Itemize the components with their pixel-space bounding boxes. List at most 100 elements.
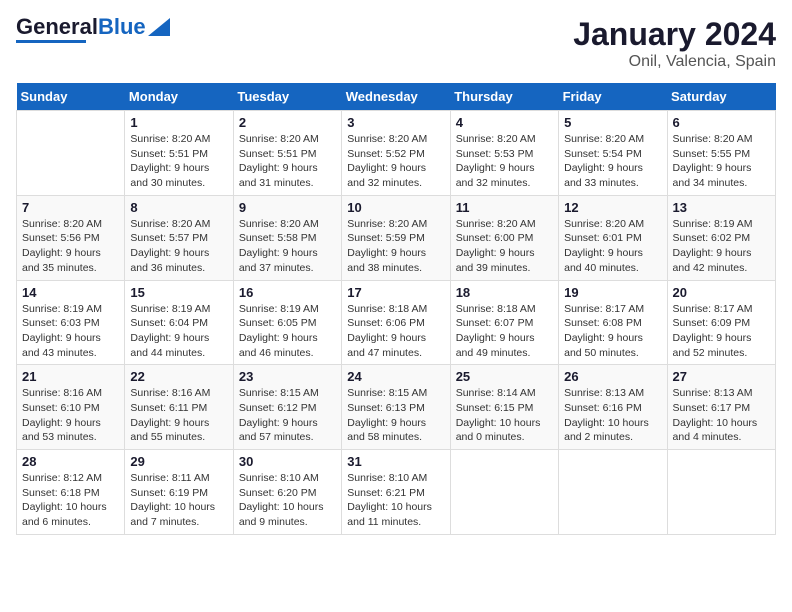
calendar-cell: 12 Sunrise: 8:20 AMSunset: 6:01 PMDayligh… xyxy=(559,195,667,280)
day-number: 22 xyxy=(130,369,227,384)
day-number: 8 xyxy=(130,200,227,215)
title-block: January 2024 Onil, Valencia, Spain xyxy=(573,16,776,71)
day-info: Sunrise: 8:20 AMSunset: 5:58 PMDaylight:… xyxy=(239,217,336,276)
day-info: Sunrise: 8:19 AMSunset: 6:03 PMDaylight:… xyxy=(22,302,119,361)
day-info: Sunrise: 8:15 AMSunset: 6:13 PMDaylight:… xyxy=(347,386,444,445)
day-number: 6 xyxy=(673,115,770,130)
calendar-week-row: 28 Sunrise: 8:12 AMSunset: 6:18 PMDayligh… xyxy=(17,450,776,535)
weekday-header-saturday: Saturday xyxy=(667,83,775,111)
logo: GeneralBlue xyxy=(16,16,170,43)
day-number: 15 xyxy=(130,285,227,300)
day-info: Sunrise: 8:13 AMSunset: 6:16 PMDaylight:… xyxy=(564,386,661,445)
calendar-cell: 25Sunrise: 8:14 AMSunset: 6:15 PMDayligh… xyxy=(450,365,558,450)
calendar-header: SundayMondayTuesdayWednesdayThursdayFrid… xyxy=(17,83,776,111)
day-number: 23 xyxy=(239,369,336,384)
logo-general: General xyxy=(16,14,98,39)
calendar-week-row: 7Sunrise: 8:20 AMSunset: 5:56 PMDaylight… xyxy=(17,195,776,280)
day-number: 27 xyxy=(673,369,770,384)
day-info: Sunrise: 8:10 AMSunset: 6:21 PMDaylight:… xyxy=(347,471,444,530)
calendar-cell: 27 Sunrise: 8:13 AMSunset: 6:17 PMDayligh… xyxy=(667,365,775,450)
day-number: 16 xyxy=(239,285,336,300)
calendar-cell xyxy=(17,111,125,196)
calendar-cell: 29 Sunrise: 8:11 AMSunset: 6:19 PMDayligh… xyxy=(125,450,233,535)
calendar-cell: 20 Sunrise: 8:17 AMSunset: 6:09 PMDayligh… xyxy=(667,280,775,365)
day-info: Sunrise: 8:17 AMSunset: 6:08 PMDaylight:… xyxy=(564,302,661,361)
page-subtitle: Onil, Valencia, Spain xyxy=(573,53,776,71)
day-number: 29 xyxy=(130,454,227,469)
calendar-cell: 15 Sunrise: 8:19 AMSunset: 6:04 PMDayligh… xyxy=(125,280,233,365)
calendar-cell: 16 Sunrise: 8:19 AMSunset: 6:05 PMDayligh… xyxy=(233,280,341,365)
day-number: 14 xyxy=(22,285,119,300)
calendar-cell xyxy=(559,450,667,535)
calendar-cell: 22Sunrise: 8:16 AMSunset: 6:11 PMDayligh… xyxy=(125,365,233,450)
weekday-header-row: SundayMondayTuesdayWednesdayThursdayFrid… xyxy=(17,83,776,111)
day-number: 4 xyxy=(456,115,553,130)
calendar-cell: 10 Sunrise: 8:20 AMSunset: 5:59 PMDayligh… xyxy=(342,195,450,280)
calendar-cell: 30 Sunrise: 8:10 AMSunset: 6:20 PMDayligh… xyxy=(233,450,341,535)
day-info: Sunrise: 8:11 AMSunset: 6:19 PMDaylight:… xyxy=(130,471,227,530)
day-number: 3 xyxy=(347,115,444,130)
calendar-week-row: 14 Sunrise: 8:19 AMSunset: 6:03 PMDayligh… xyxy=(17,280,776,365)
day-info: Sunrise: 8:20 AMSunset: 5:51 PMDaylight:… xyxy=(130,132,227,191)
calendar-cell: 6 Sunrise: 8:20 AMSunset: 5:55 PMDaylight… xyxy=(667,111,775,196)
day-number: 31 xyxy=(347,454,444,469)
calendar-cell: 8 Sunrise: 8:20 AMSunset: 5:57 PMDaylight… xyxy=(125,195,233,280)
calendar-cell: 17Sunrise: 8:18 AMSunset: 6:06 PMDayligh… xyxy=(342,280,450,365)
logo-blue: Blue xyxy=(98,14,146,39)
weekday-header-sunday: Sunday xyxy=(17,83,125,111)
calendar-cell: 7Sunrise: 8:20 AMSunset: 5:56 PMDaylight… xyxy=(17,195,125,280)
calendar-cell: 9Sunrise: 8:20 AMSunset: 5:58 PMDaylight… xyxy=(233,195,341,280)
day-number: 30 xyxy=(239,454,336,469)
day-number: 21 xyxy=(22,369,119,384)
day-number: 11 xyxy=(456,200,553,215)
day-number: 7 xyxy=(22,200,119,215)
day-number: 20 xyxy=(673,285,770,300)
day-number: 18 xyxy=(456,285,553,300)
day-info: Sunrise: 8:19 AMSunset: 6:05 PMDaylight:… xyxy=(239,302,336,361)
calendar-cell: 2Sunrise: 8:20 AMSunset: 5:51 PMDaylight… xyxy=(233,111,341,196)
day-info: Sunrise: 8:19 AMSunset: 6:02 PMDaylight:… xyxy=(673,217,770,276)
calendar-week-row: 21 Sunrise: 8:16 AMSunset: 6:10 PMDayligh… xyxy=(17,365,776,450)
day-info: Sunrise: 8:10 AMSunset: 6:20 PMDaylight:… xyxy=(239,471,336,530)
day-number: 28 xyxy=(22,454,119,469)
calendar-cell: 26Sunrise: 8:13 AMSunset: 6:16 PMDayligh… xyxy=(559,365,667,450)
weekday-header-friday: Friday xyxy=(559,83,667,111)
day-info: Sunrise: 8:20 AMSunset: 5:55 PMDaylight:… xyxy=(673,132,770,191)
logo-underline xyxy=(16,40,86,43)
day-info: Sunrise: 8:20 AMSunset: 5:51 PMDaylight:… xyxy=(239,132,336,191)
day-info: Sunrise: 8:13 AMSunset: 6:17 PMDaylight:… xyxy=(673,386,770,445)
calendar-cell xyxy=(667,450,775,535)
day-number: 25 xyxy=(456,369,553,384)
page-header: GeneralBlue January 2024 Onil, Valencia,… xyxy=(16,16,776,71)
day-info: Sunrise: 8:16 AMSunset: 6:10 PMDaylight:… xyxy=(22,386,119,445)
day-info: Sunrise: 8:20 AMSunset: 5:59 PMDaylight:… xyxy=(347,217,444,276)
day-info: Sunrise: 8:20 AMSunset: 5:53 PMDaylight:… xyxy=(456,132,553,191)
day-info: Sunrise: 8:15 AMSunset: 6:12 PMDaylight:… xyxy=(239,386,336,445)
calendar-cell: 4 Sunrise: 8:20 AMSunset: 5:53 PMDaylight… xyxy=(450,111,558,196)
calendar-cell xyxy=(450,450,558,535)
day-info: Sunrise: 8:19 AMSunset: 6:04 PMDaylight:… xyxy=(130,302,227,361)
day-number: 12 xyxy=(564,200,661,215)
day-info: Sunrise: 8:20 AMSunset: 5:52 PMDaylight:… xyxy=(347,132,444,191)
weekday-header-tuesday: Tuesday xyxy=(233,83,341,111)
day-info: Sunrise: 8:20 AMSunset: 5:57 PMDaylight:… xyxy=(130,217,227,276)
day-number: 1 xyxy=(130,115,227,130)
calendar-cell: 11 Sunrise: 8:20 AMSunset: 6:00 PMDayligh… xyxy=(450,195,558,280)
day-info: Sunrise: 8:12 AMSunset: 6:18 PMDaylight:… xyxy=(22,471,119,530)
calendar-cell: 14 Sunrise: 8:19 AMSunset: 6:03 PMDayligh… xyxy=(17,280,125,365)
weekday-header-wednesday: Wednesday xyxy=(342,83,450,111)
day-number: 13 xyxy=(673,200,770,215)
calendar-table: SundayMondayTuesdayWednesdayThursdayFrid… xyxy=(16,83,776,535)
day-number: 10 xyxy=(347,200,444,215)
day-info: Sunrise: 8:20 AMSunset: 6:00 PMDaylight:… xyxy=(456,217,553,276)
day-info: Sunrise: 8:17 AMSunset: 6:09 PMDaylight:… xyxy=(673,302,770,361)
calendar-cell: 18Sunrise: 8:18 AMSunset: 6:07 PMDayligh… xyxy=(450,280,558,365)
logo-text: GeneralBlue xyxy=(16,16,146,38)
calendar-cell: 24Sunrise: 8:15 AMSunset: 6:13 PMDayligh… xyxy=(342,365,450,450)
day-info: Sunrise: 8:20 AMSunset: 5:54 PMDaylight:… xyxy=(564,132,661,191)
calendar-body: 1 Sunrise: 8:20 AMSunset: 5:51 PMDaylight… xyxy=(17,111,776,535)
calendar-cell: 1 Sunrise: 8:20 AMSunset: 5:51 PMDaylight… xyxy=(125,111,233,196)
calendar-cell: 13 Sunrise: 8:19 AMSunset: 6:02 PMDayligh… xyxy=(667,195,775,280)
day-number: 17 xyxy=(347,285,444,300)
day-info: Sunrise: 8:20 AMSunset: 6:01 PMDaylight:… xyxy=(564,217,661,276)
